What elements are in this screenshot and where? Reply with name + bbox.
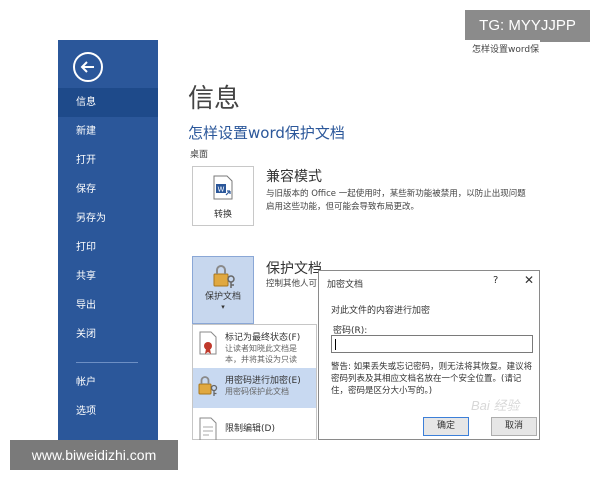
encrypt-desc: 用密码保护此文档: [225, 387, 289, 396]
compat-desc-1: 与旧版本的 Office 一起使用时，某些新功能被禁用，以防止出现问题: [266, 189, 526, 199]
nav-share[interactable]: 共享: [58, 262, 158, 291]
back-button[interactable]: [73, 52, 103, 82]
dialog-title: 加密文档: [327, 280, 364, 290]
page-title: 信息: [188, 84, 241, 114]
word-convert-icon: W: [213, 175, 233, 200]
truncated-window-title: 怎样设置word保: [472, 45, 540, 55]
backstage-sidebar: 信息 新建 打开 保存 另存为 打印 共享 导出 关闭 帐户 选项: [58, 40, 158, 440]
protect-document-button[interactable]: 保护文档 ▾: [192, 256, 254, 324]
convert-label: 转换: [213, 210, 232, 220]
watermark-top: TG: MYYJJPP: [465, 10, 590, 42]
nav-options[interactable]: 选项: [58, 397, 158, 426]
baidu-watermark-logo: Bai 经验: [471, 398, 520, 413]
protect-document-menu: 标记为最终状态(F) 让读者知晓此文档是 本，并将其设为只读 用密码进行加密(E…: [192, 324, 317, 440]
nav-account[interactable]: 帐户: [58, 368, 158, 397]
mark-final-icon: [199, 331, 217, 355]
cancel-button[interactable]: 取消: [491, 417, 537, 436]
nav-print[interactable]: 打印: [58, 233, 158, 262]
lock-key-icon: [198, 376, 218, 396]
lock-key-icon: [213, 265, 235, 288]
nav-close[interactable]: 关闭: [58, 320, 158, 349]
compat-mode-title: 兼容模式: [266, 169, 322, 185]
nav-open[interactable]: 打开: [58, 146, 158, 175]
nav-new[interactable]: 新建: [58, 117, 158, 146]
watermark-bottom: www.biweidizhi.com: [10, 440, 178, 470]
encrypt-document-dialog: 加密文档 ? ✕ 对此文件的内容进行加密 密码(R): 警告: 如果丢失或忘记密…: [318, 270, 540, 440]
protect-document-label: 保护文档: [204, 292, 241, 302]
mark-final-desc-1: 让读者知晓此文档是: [225, 344, 297, 353]
svg-text:W: W: [218, 186, 225, 194]
nav-save-as[interactable]: 另存为: [58, 204, 158, 233]
password-warning: 警告: 如果丢失或忘记密码，则无法将其恢复。建议将密码列表及其相应文档名放在一个…: [331, 362, 533, 396]
close-icon[interactable]: ✕: [524, 273, 534, 287]
ok-button[interactable]: 确定: [423, 417, 469, 436]
help-icon[interactable]: ?: [493, 275, 498, 286]
dialog-heading: 对此文件的内容进行加密: [331, 306, 431, 316]
nav-save[interactable]: 保存: [58, 175, 158, 204]
menu-encrypt-with-password[interactable]: 用密码进行加密(E) 用密码保护此文档: [193, 368, 316, 408]
nav-divider: [76, 362, 138, 363]
nav-info[interactable]: 信息: [58, 88, 158, 117]
menu-restrict-editing[interactable]: 限制编辑(D): [193, 411, 316, 440]
document-location: 桌面: [190, 150, 209, 160]
convert-button[interactable]: W 转换: [192, 166, 254, 226]
mark-final-desc-2: 本，并将其设为只读: [225, 355, 297, 364]
protect-document-desc: 控制其他人可: [266, 279, 318, 289]
back-arrow-icon: [80, 61, 94, 73]
restrict-editing-title: 限制编辑(D): [225, 424, 275, 434]
restrict-editing-icon: [199, 417, 217, 440]
text-cursor: [335, 339, 336, 350]
encrypt-title: 用密码进行加密(E): [225, 376, 301, 386]
mark-final-title: 标记为最终状态(F): [225, 333, 301, 343]
chevron-down-icon: ▾: [221, 303, 225, 311]
password-input[interactable]: [331, 335, 533, 353]
menu-mark-as-final[interactable]: 标记为最终状态(F) 让读者知晓此文档是 本，并将其设为只读: [193, 325, 316, 365]
compat-desc-2: 启用这些功能，但可能会导致布局更改。: [266, 202, 420, 212]
nav-export[interactable]: 导出: [58, 291, 158, 320]
protect-document-title: 保护文档: [266, 261, 322, 277]
document-title: 怎样设置word保护文档: [188, 124, 345, 142]
